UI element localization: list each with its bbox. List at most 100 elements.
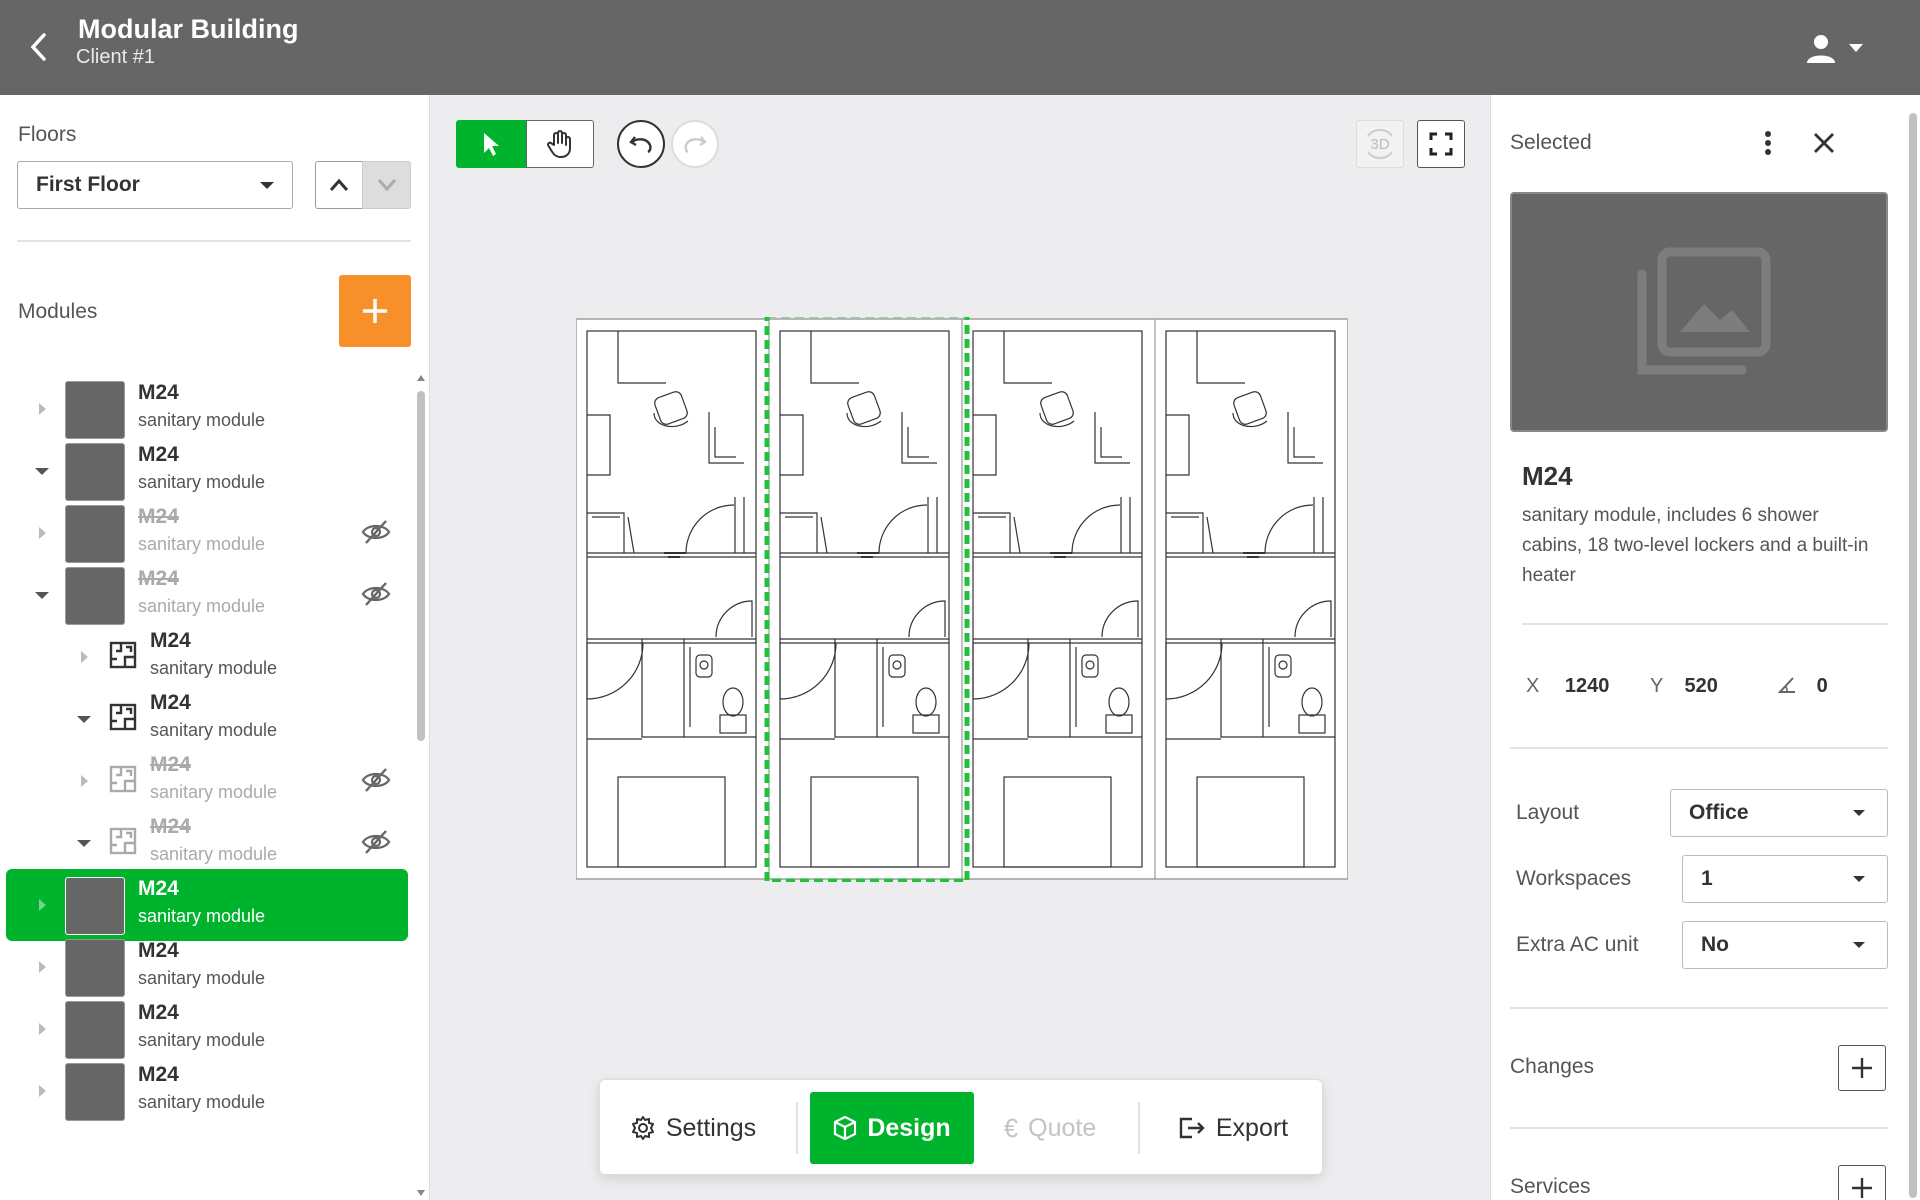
module-list-scrollbar[interactable] <box>415 373 427 1200</box>
user-menu-button[interactable] <box>1804 30 1884 66</box>
eye-off-icon[interactable] <box>361 581 391 607</box>
workspaces-value: 1 <box>1701 867 1713 890</box>
module-description: sanitary module, includes 6 shower cabin… <box>1522 505 1869 586</box>
caret-right-icon <box>38 1023 46 1035</box>
module-list: M24 sanitary module M24 sanitary module M24 s… <box>0 373 412 1200</box>
image-gallery-icon <box>1637 247 1771 375</box>
back-button[interactable] <box>20 25 56 69</box>
floors-label: Floors <box>18 123 77 146</box>
coord-y: Y 520 <box>1650 675 1718 698</box>
module-row[interactable]: M24 sanitary module <box>6 1055 408 1127</box>
module-name: M24 <box>138 505 179 528</box>
caret-down-icon <box>1853 810 1865 816</box>
scroll-thumb[interactable] <box>417 391 425 741</box>
design-label: Design <box>867 1113 951 1142</box>
expand-toggle[interactable] <box>30 955 54 979</box>
design-button[interactable]: Design <box>810 1092 974 1164</box>
expand-toggle[interactable] <box>72 769 96 793</box>
caret-right-icon <box>38 961 46 973</box>
fullscreen-button[interactable] <box>1417 120 1465 168</box>
layout-value: Office <box>1689 801 1749 824</box>
caret-down-icon <box>35 591 49 599</box>
caret-down-icon <box>35 467 49 475</box>
extra-ac-select[interactable]: No <box>1682 921 1888 969</box>
add-service-button[interactable] <box>1838 1165 1886 1200</box>
module-type: sanitary module <box>150 658 278 678</box>
module-name: M24 <box>150 815 191 838</box>
redo-button[interactable] <box>671 120 719 168</box>
collapse-toggle[interactable] <box>30 583 54 607</box>
collapse-toggle[interactable] <box>72 831 96 855</box>
eye-off-icon[interactable] <box>361 767 391 793</box>
module-name: M24 <box>138 877 179 900</box>
design-canvas[interactable]: 3D Settings Design € Quote Export <box>431 95 1490 1200</box>
view-3d-button[interactable]: 3D <box>1356 120 1404 168</box>
floor-down-button[interactable] <box>362 161 411 209</box>
panel-scrollbar[interactable] <box>1906 95 1920 1200</box>
workspaces-label: Workspaces <box>1516 867 1632 890</box>
eye-off-icon[interactable] <box>361 519 391 545</box>
undo-button[interactable] <box>617 120 665 168</box>
module-name: M24 <box>150 629 191 652</box>
view-3d-label: 3D <box>1370 135 1390 153</box>
floor-up-button[interactable] <box>315 161 363 209</box>
y-label: Y <box>1650 675 1663 697</box>
module-name: M24 <box>138 381 179 404</box>
more-options-button[interactable] <box>1753 125 1783 161</box>
module-type: sanitary module <box>138 1092 266 1112</box>
expand-toggle[interactable] <box>30 893 54 917</box>
floor-select[interactable]: First Floor <box>17 161 293 209</box>
services-label: Services <box>1510 1175 1591 1198</box>
plus-icon <box>1852 1178 1872 1198</box>
module-name: M24 <box>138 1063 179 1086</box>
more-vertical-icon <box>1765 131 1771 155</box>
quote-label: Quote <box>1028 1113 1097 1142</box>
collapse-toggle[interactable] <box>30 459 54 483</box>
collapse-toggle[interactable] <box>72 707 96 731</box>
scroll-thumb[interactable] <box>1909 113 1917 1198</box>
layout-select[interactable]: Office <box>1670 789 1888 837</box>
workspaces-select[interactable]: 1 <box>1682 855 1888 903</box>
add-change-button[interactable] <box>1838 1045 1886 1091</box>
caret-down-icon <box>260 182 274 189</box>
expand-toggle[interactable] <box>72 645 96 669</box>
module-thumbnail <box>65 381 125 439</box>
scroll-up-icon <box>417 375 425 381</box>
module-type: sanitary module <box>138 410 266 430</box>
redo-icon <box>684 136 707 154</box>
angle-value[interactable]: 0 <box>1817 675 1828 697</box>
module-type: sanitary module <box>150 844 278 864</box>
module-type: sanitary module <box>138 968 266 988</box>
module-image-placeholder <box>1510 192 1888 432</box>
undo-icon <box>629 136 652 154</box>
caret-right-icon <box>80 775 88 787</box>
app-title: Modular Building <box>78 14 299 44</box>
add-module-button[interactable] <box>339 275 411 347</box>
divider <box>1510 747 1888 749</box>
bottom-action-bar: Settings Design € Quote Export <box>599 1079 1323 1175</box>
floor-plan[interactable] <box>576 317 1348 882</box>
settings-button[interactable]: Settings <box>618 1092 768 1164</box>
caret-down-icon <box>77 839 91 847</box>
x-label: X <box>1526 675 1540 697</box>
pan-tool-button[interactable] <box>526 120 594 168</box>
close-panel-button[interactable] <box>1806 125 1842 161</box>
gear-icon <box>631 1116 654 1140</box>
x-value[interactable]: 1240 <box>1565 675 1610 697</box>
expand-toggle[interactable] <box>30 1079 54 1103</box>
expand-toggle[interactable] <box>30 521 54 545</box>
module-thumbnail <box>65 1063 125 1121</box>
module-type: sanitary module <box>138 472 266 492</box>
expand-toggle[interactable] <box>30 397 54 421</box>
export-button[interactable]: Export <box>1160 1092 1306 1164</box>
expand-toggle[interactable] <box>30 1017 54 1041</box>
extra-ac-label: Extra AC unit <box>1516 933 1639 956</box>
module-thumbnail <box>65 939 125 997</box>
angle-icon <box>1777 677 1795 693</box>
y-value[interactable]: 520 <box>1685 675 1718 697</box>
module-thumbnail <box>65 1001 125 1059</box>
module-name: M24 <box>150 753 191 776</box>
select-tool-button[interactable] <box>456 120 526 168</box>
quote-button[interactable]: € Quote <box>990 1092 1110 1164</box>
eye-off-icon[interactable] <box>361 829 391 855</box>
